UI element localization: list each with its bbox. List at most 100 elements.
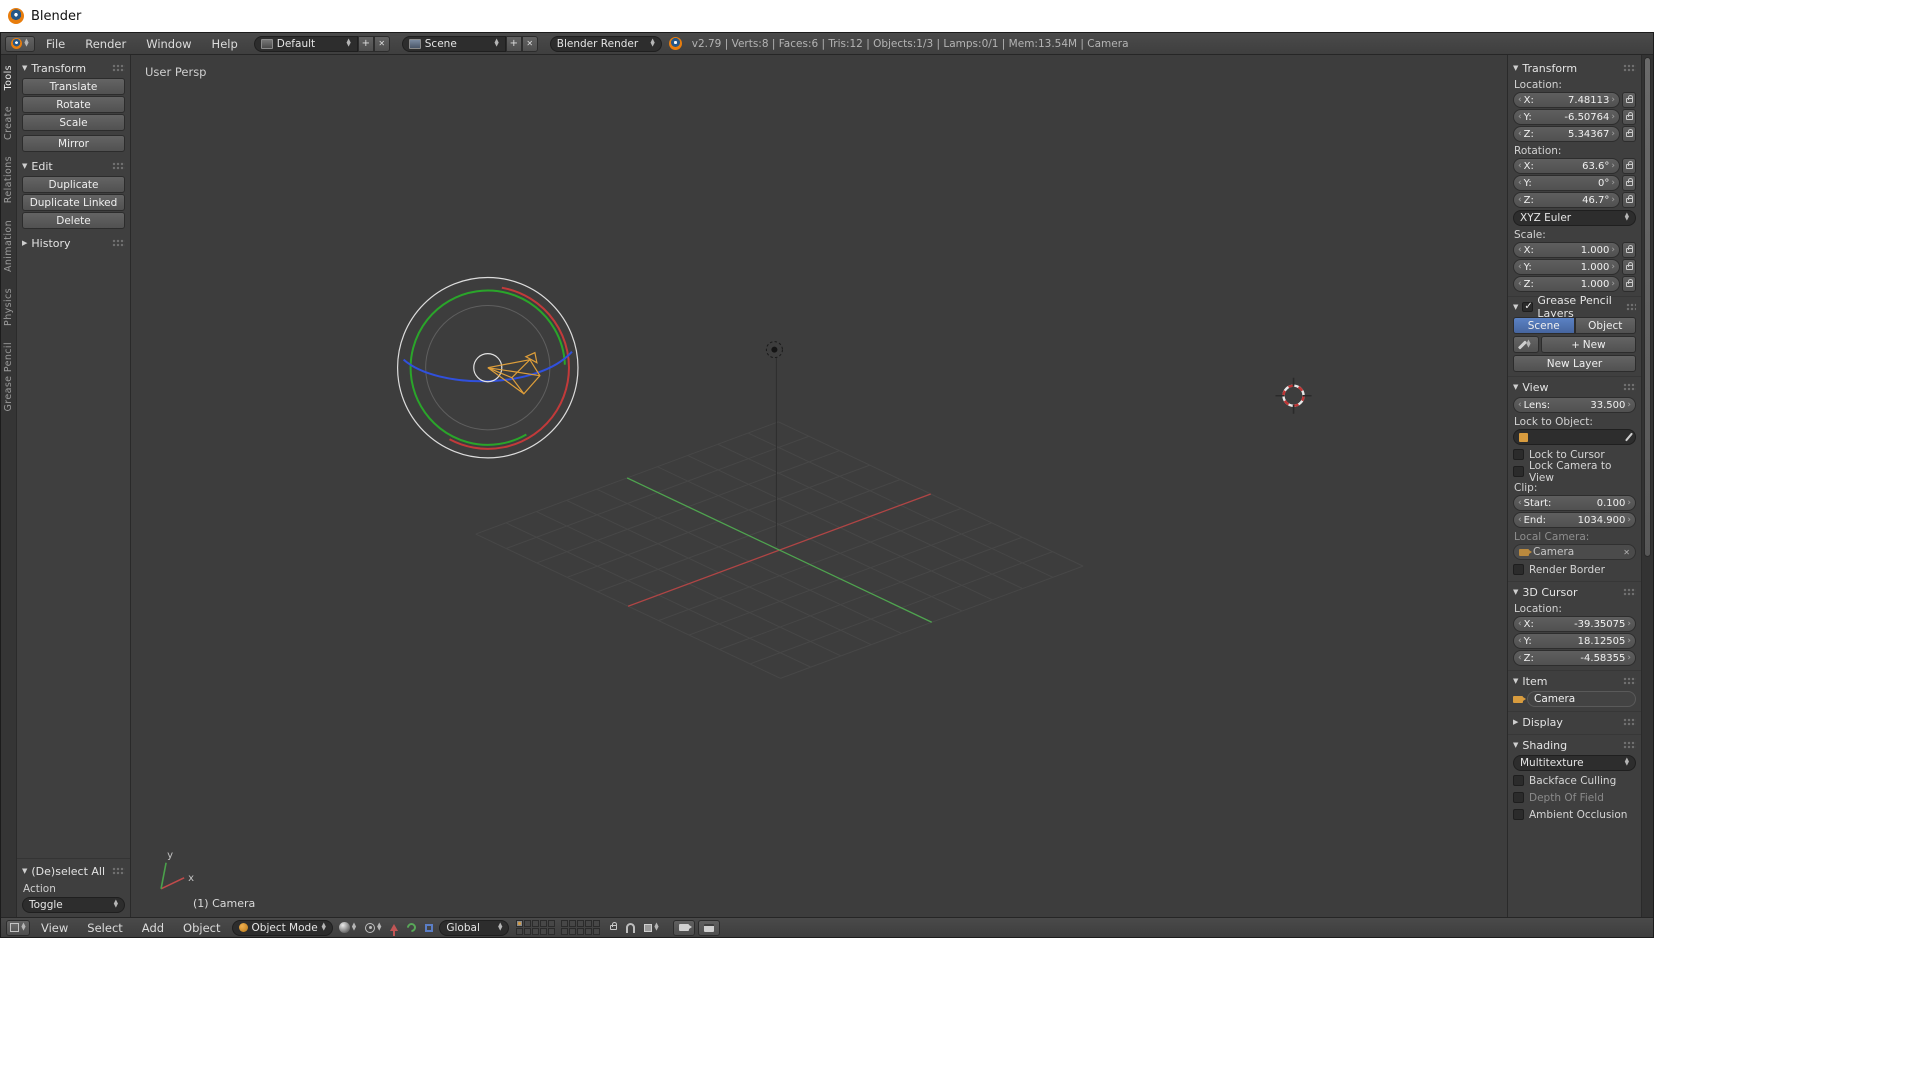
cursor-3d[interactable]	[1275, 378, 1311, 414]
render-engine-dropdown[interactable]: Blender Render	[550, 36, 662, 52]
depth-of-field-checkbox-row[interactable]: Depth Of Field	[1513, 790, 1636, 805]
panel-drag-dots[interactable]	[1626, 303, 1636, 311]
layer-cell[interactable]	[593, 928, 600, 935]
scene-add-button[interactable]	[506, 36, 522, 52]
duplicate-linked-button[interactable]: Duplicate Linked	[22, 194, 125, 211]
panel-drag-dots[interactable]	[1623, 741, 1636, 749]
shelf-tab-physics[interactable]: Physics	[3, 288, 14, 326]
layer-cell[interactable]	[577, 920, 584, 927]
panel-drag-dots[interactable]	[112, 867, 125, 875]
duplicate-button[interactable]: Duplicate	[22, 176, 125, 193]
layer-cell[interactable]	[540, 920, 547, 927]
backface-culling-checkbox-row[interactable]: Backface Culling	[1513, 773, 1636, 788]
menu-file[interactable]: File	[37, 33, 74, 54]
panel-header-item[interactable]: Item	[1513, 673, 1636, 689]
panel-header-transform[interactable]: Transform	[1513, 60, 1636, 76]
layout-delete-button[interactable]	[374, 36, 390, 52]
panel-drag-dots[interactable]	[1623, 383, 1636, 391]
scale-z-field[interactable]: Z: 1.000	[1513, 276, 1620, 292]
panel-header-grease-pencil[interactable]: Grease Pencil Layers	[1513, 299, 1636, 315]
rotation-z-field[interactable]: Z: 46.7°	[1513, 192, 1620, 208]
scene-dropdown[interactable]: Scene	[402, 36, 506, 52]
lock-rotation-x-button[interactable]	[1622, 158, 1636, 174]
lock-rotation-z-button[interactable]	[1622, 192, 1636, 208]
panel-header-history[interactable]: History	[22, 235, 125, 251]
layer-cell[interactable]	[524, 920, 531, 927]
translate-button[interactable]: Translate	[22, 78, 125, 95]
scene-delete-button[interactable]	[522, 36, 538, 52]
local-camera-field[interactable]: Camera	[1513, 544, 1636, 560]
lens-field[interactable]: Lens: 33.500	[1513, 397, 1636, 413]
gp-source-scene-button[interactable]: Scene	[1513, 317, 1575, 334]
scale-button[interactable]: Scale	[22, 114, 125, 131]
layer-cell[interactable]	[540, 928, 547, 935]
eyedropper-icon[interactable]	[1625, 433, 1633, 442]
layer-cell[interactable]	[585, 920, 592, 927]
orientation-dropdown[interactable]: Global	[439, 920, 509, 936]
grease-pencil-checkbox[interactable]	[1522, 302, 1533, 312]
lock-location-x-button[interactable]	[1622, 92, 1636, 108]
object-name-field[interactable]: Camera	[1527, 691, 1636, 707]
layers-widget[interactable]	[516, 920, 600, 935]
menu-help[interactable]: Help	[203, 33, 247, 54]
camera-object[interactable]	[382, 262, 593, 473]
shading-mode-dropdown[interactable]: Multitexture	[1513, 755, 1636, 771]
opengl-render-anim-button[interactable]	[698, 920, 720, 936]
layer-cell[interactable]	[532, 928, 539, 935]
cursor-x-field[interactable]: X: -39.35075	[1513, 616, 1636, 632]
rotation-y-field[interactable]: Y: 0°	[1513, 175, 1620, 191]
rotate-button[interactable]: Rotate	[22, 96, 125, 113]
lock-camera-to-view-checkbox-row[interactable]: Lock Camera to View	[1513, 464, 1636, 479]
panel-header-display[interactable]: Display	[1513, 714, 1636, 730]
lock-location-y-button[interactable]	[1622, 109, 1636, 125]
viewport-3d[interactable]: x y User Persp (1) Camera	[131, 55, 1507, 917]
layer-cell[interactable]	[585, 928, 592, 935]
layer-cell[interactable]	[548, 920, 555, 927]
viewport-canvas[interactable]: x y	[131, 55, 1507, 917]
panel-header-shading[interactable]: Shading	[1513, 737, 1636, 753]
gp-new-button[interactable]: New	[1541, 336, 1636, 353]
panel-header-view[interactable]: View	[1513, 379, 1636, 395]
action-toggle-dropdown[interactable]: Toggle	[22, 897, 125, 913]
menu-select[interactable]: Select	[79, 918, 130, 937]
menu-render[interactable]: Render	[76, 33, 135, 54]
layers-group-1[interactable]	[516, 920, 555, 935]
manipulator-translate-toggle[interactable]	[387, 920, 401, 936]
lock-location-z-button[interactable]	[1622, 126, 1636, 142]
snap-toggle[interactable]	[623, 920, 638, 936]
properties-scrollbar[interactable]	[1641, 55, 1653, 917]
menu-add[interactable]: Add	[134, 918, 172, 937]
lock-rotation-y-button[interactable]	[1622, 175, 1636, 191]
lock-scale-y-button[interactable]	[1622, 259, 1636, 275]
panel-drag-dots[interactable]	[1623, 64, 1636, 72]
layer-cell[interactable]	[524, 928, 531, 935]
manipulator-rotate-toggle[interactable]	[404, 920, 419, 936]
editor-type-button[interactable]	[6, 920, 30, 936]
layer-cell[interactable]	[569, 920, 576, 927]
layout-add-button[interactable]	[358, 36, 374, 52]
pivot-point-dropdown[interactable]	[362, 920, 384, 936]
layer-cell[interactable]	[516, 928, 523, 935]
shelf-tab-grease-pencil[interactable]: Grease Pencil	[3, 342, 14, 412]
layer-cell[interactable]	[561, 928, 568, 935]
lock-to-object-field[interactable]	[1513, 429, 1636, 445]
mirror-button[interactable]: Mirror	[22, 135, 125, 152]
lock-scale-x-button[interactable]	[1622, 242, 1636, 258]
lamp-object[interactable]	[766, 342, 782, 546]
location-x-field[interactable]: X: 7.48113	[1513, 92, 1620, 108]
panel-drag-dots[interactable]	[1623, 677, 1636, 685]
layer-cell[interactable]	[593, 920, 600, 927]
snap-element-dropdown[interactable]	[641, 920, 661, 936]
clip-start-field[interactable]: Start: 0.100	[1513, 495, 1636, 511]
panel-drag-dots[interactable]	[1623, 588, 1636, 596]
layer-cell[interactable]	[561, 920, 568, 927]
cursor-z-field[interactable]: Z: -4.58355	[1513, 650, 1636, 666]
panel-drag-dots[interactable]	[1623, 718, 1636, 726]
location-z-field[interactable]: Z: 5.34367	[1513, 126, 1620, 142]
clip-end-field[interactable]: End: 1034.900	[1513, 512, 1636, 528]
rotation-mode-dropdown[interactable]: XYZ Euler	[1513, 210, 1636, 226]
app-menu-button[interactable]	[5, 36, 35, 52]
delete-button[interactable]: Delete	[22, 212, 125, 229]
layout-dropdown[interactable]: Default	[254, 36, 358, 52]
blender-splash-icon[interactable]	[669, 37, 682, 50]
